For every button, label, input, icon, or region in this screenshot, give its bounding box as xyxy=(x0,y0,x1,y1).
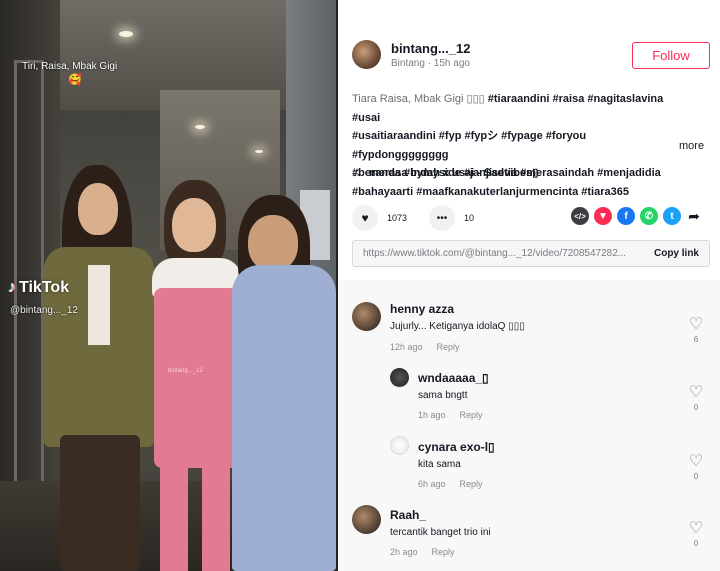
heart-outline-icon[interactable]: ♡ xyxy=(686,454,706,470)
commenter-name[interactable]: Raah_ xyxy=(390,508,426,522)
commenter-name[interactable]: cynara exo-l▯ xyxy=(418,440,495,454)
commenter-name[interactable]: henny azza xyxy=(390,302,454,316)
comment-button[interactable]: ••• xyxy=(429,205,456,231)
watermark-text: TikTok xyxy=(19,279,70,296)
twitter-icon[interactable]: t xyxy=(663,207,681,225)
comment-like[interactable]: ♡ 0 xyxy=(686,521,706,549)
heart-icon: ♥ xyxy=(361,211,369,225)
comment-meta: 6h ago Reply xyxy=(418,479,483,489)
comment-like[interactable]: ♡ 6 xyxy=(686,317,706,345)
video-description: Tiara Raisa, Mbak Gigi ▯▯▯ #tiaraandini … xyxy=(352,90,682,201)
hashtag-line[interactable]: #usaitiaraandini #fyp #fypシ #fypage #for… xyxy=(352,130,586,161)
copy-link-button[interactable]: Copy link xyxy=(654,248,699,259)
reply-button[interactable]: Reply xyxy=(432,547,455,557)
hashtag-line[interactable]: #bahayaarti #maafkanakuterlanjurmencinta… xyxy=(352,186,629,198)
person-right xyxy=(228,195,336,571)
music-title[interactable]: merasa indah x usai - Sadvibes▯ xyxy=(369,166,538,179)
comment-text: kita sama xyxy=(418,459,461,470)
video-link-box: https://www.tiktok.com/@bintang..._12/vi… xyxy=(352,240,710,267)
send-to-friends-icon[interactable]: ▼ xyxy=(594,207,612,225)
comment-time: 6h ago xyxy=(418,479,446,489)
comment-meta: 12h ago Reply xyxy=(390,342,460,352)
more-button[interactable]: more xyxy=(679,140,704,152)
author-name[interactable]: bintang..._12 xyxy=(391,41,470,56)
follow-button[interactable]: Follow xyxy=(632,42,710,69)
person-left xyxy=(40,165,160,571)
comment-like[interactable]: ♡ 0 xyxy=(686,385,706,413)
comment-list: henny azza Jujurly... Ketiganya idolaQ ▯… xyxy=(338,280,720,571)
comment-like-count: 0 xyxy=(693,403,699,412)
shirt-text: bintang..._12 xyxy=(168,368,203,374)
facebook-icon[interactable]: f xyxy=(617,207,635,225)
commenter-avatar[interactable] xyxy=(390,436,409,455)
watermark-handle: @bintang..._12 xyxy=(10,305,78,316)
ceiling-light xyxy=(119,31,133,37)
caption-emoji: 🥰 xyxy=(68,74,82,86)
video-url[interactable]: https://www.tiktok.com/@bintang..._12/vi… xyxy=(363,248,641,259)
commenter-avatar[interactable] xyxy=(352,505,381,534)
comment-time: 12h ago xyxy=(390,342,423,352)
share-buttons: </> ▼ f ✆ t ➦ xyxy=(571,207,702,225)
comment-like-count: 0 xyxy=(693,539,699,548)
heart-outline-icon[interactable]: ♡ xyxy=(686,521,706,537)
comment-like-count: 6 xyxy=(693,335,699,344)
ceiling-light xyxy=(195,125,205,129)
comment-icon: ••• xyxy=(436,212,448,224)
video-caption: Tiri, Raisa, Mbak Gigi xyxy=(22,61,118,72)
author-subtitle: Bintang · 15h ago xyxy=(391,57,470,69)
details-panel: bintang..._12 Bintang · 15h ago Follow T… xyxy=(338,0,720,571)
commenter-name[interactable]: wndaaaaa_▯ xyxy=(418,371,489,385)
author-info[interactable]: bintang..._12 Bintang · 15h ago xyxy=(352,40,470,69)
embed-icon[interactable]: </> xyxy=(571,207,589,225)
comment-text: Jujurly... Ketiganya idolaQ ▯▯▯ xyxy=(390,321,525,332)
comment-count: 10 xyxy=(464,213,475,223)
comment-like[interactable]: ♡ 0 xyxy=(686,454,706,482)
comment-time: 1h ago xyxy=(418,410,446,420)
comment-text: tercantik banget trio ini xyxy=(390,527,491,538)
video-player[interactable]: bintang..._12 Tiri, Raisa, Mbak Gigi 🥰 ♪… xyxy=(0,0,336,571)
tiktok-logo-icon: ♪ xyxy=(8,279,16,296)
comment-meta: 2h ago Reply xyxy=(390,547,455,557)
reply-button[interactable]: Reply xyxy=(460,479,483,489)
whatsapp-icon[interactable]: ✆ xyxy=(640,207,658,225)
engagement-actions: ♥ 1073 ••• 10 xyxy=(352,205,496,231)
commenter-avatar[interactable] xyxy=(352,302,381,331)
like-button[interactable]: ♥ xyxy=(352,205,378,231)
comment-like-count: 0 xyxy=(693,472,699,481)
author-avatar[interactable] xyxy=(352,40,381,69)
tiktok-watermark: ♪ TikTok xyxy=(8,279,69,297)
comment-meta: 1h ago Reply xyxy=(418,410,483,420)
reply-button[interactable]: Reply xyxy=(437,342,460,352)
music-link[interactable]: ♫ merasa indah x usai - Sadvibes▯ xyxy=(352,165,538,179)
share-arrow-icon[interactable]: ➦ xyxy=(686,208,702,225)
music-note-icon: ♫ xyxy=(352,165,361,179)
reply-button[interactable]: Reply xyxy=(460,410,483,420)
like-count: 1073 xyxy=(387,213,408,223)
comment-time: 2h ago xyxy=(390,547,418,557)
heart-outline-icon[interactable]: ♡ xyxy=(686,385,706,401)
commenter-avatar[interactable] xyxy=(390,368,409,387)
comment-text: sama bngtt xyxy=(418,390,468,401)
description-text: Tiara Raisa, Mbak Gigi ▯▯▯ xyxy=(352,93,488,105)
ceiling-light xyxy=(255,150,263,153)
heart-outline-icon[interactable]: ♡ xyxy=(686,317,706,333)
